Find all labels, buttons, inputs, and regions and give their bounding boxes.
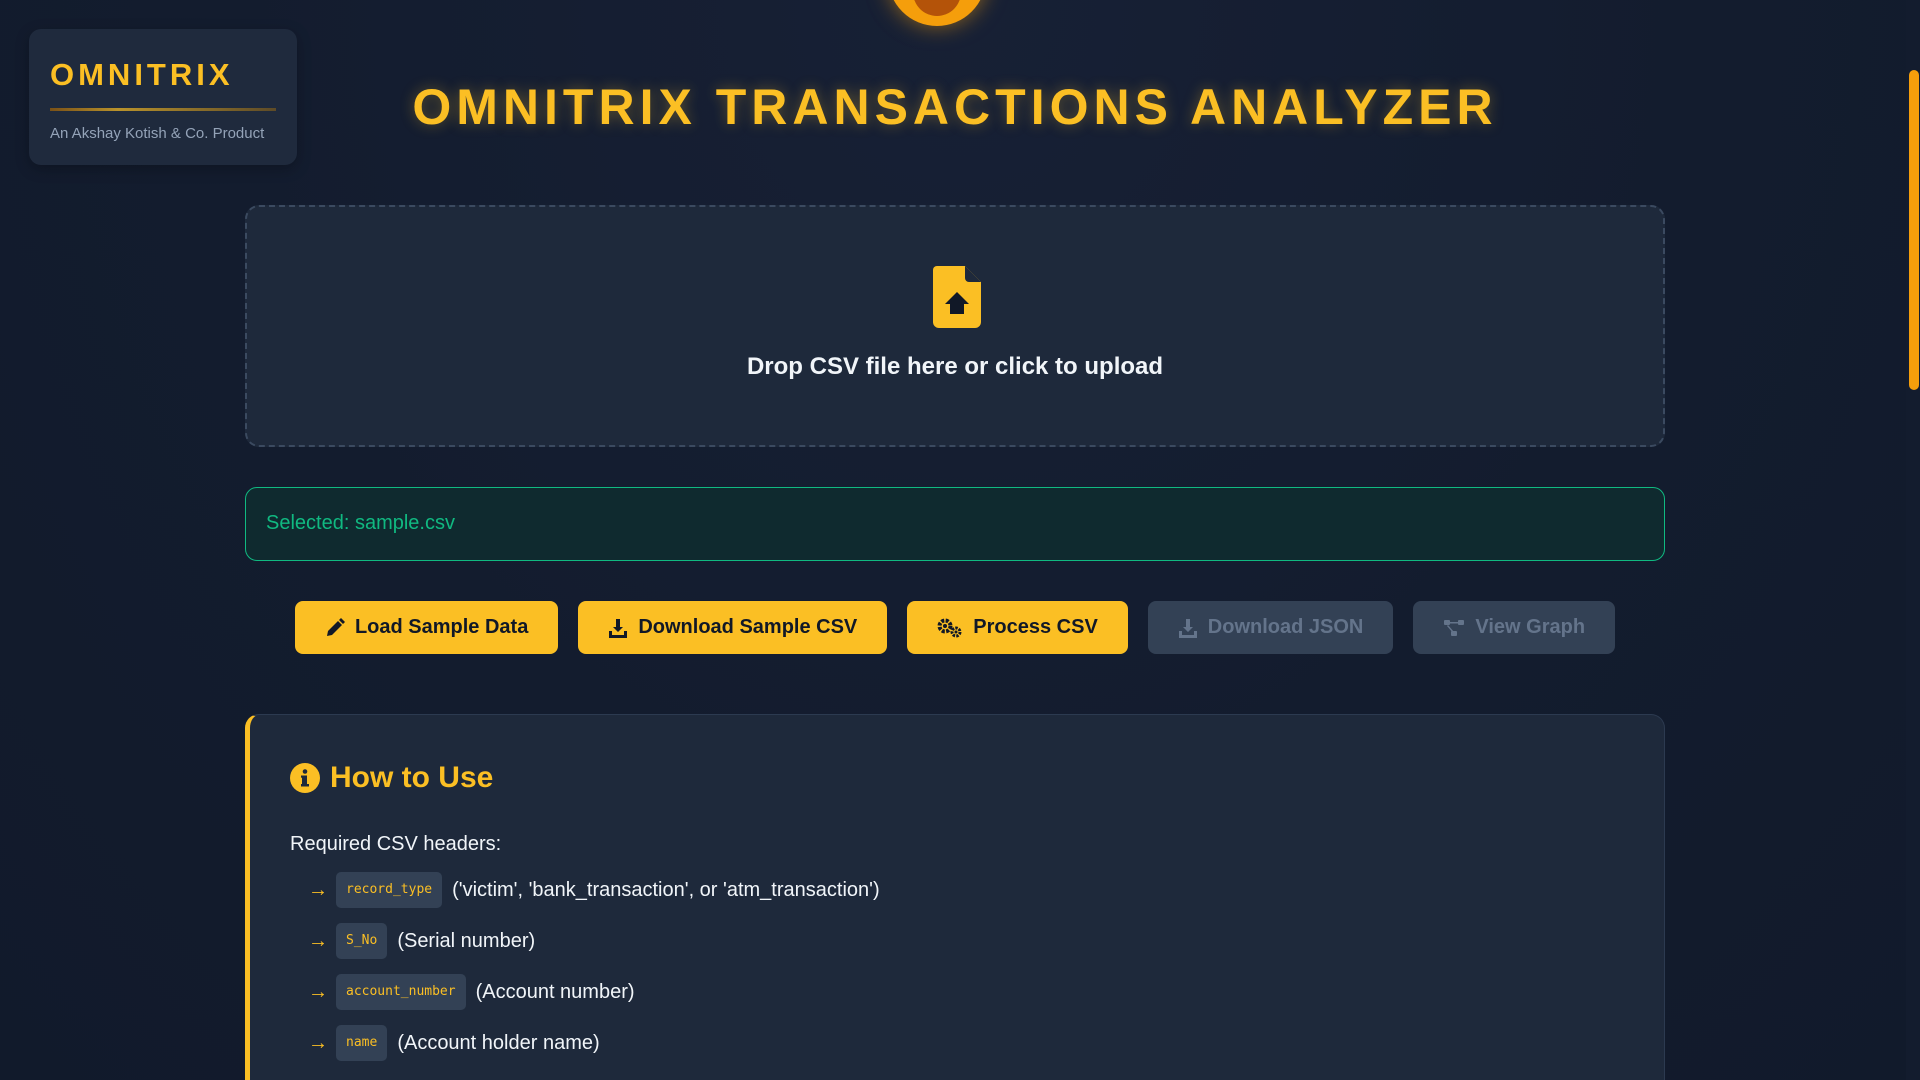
how-to-use-panel: How to Use Required CSV headers: → recor… xyxy=(245,714,1665,1080)
file-upload-icon xyxy=(933,266,981,328)
required-headers-label: Required CSV headers: xyxy=(290,833,502,855)
process-csv-button[interactable]: Process CSV xyxy=(907,601,1128,654)
arrow-right-icon: → xyxy=(308,878,328,901)
info-icon xyxy=(290,763,320,793)
header-code: record_type xyxy=(336,872,443,908)
how-to-use-heading: How to Use xyxy=(290,761,1624,795)
download-sample-csv-label: Download Sample CSV xyxy=(638,616,858,638)
required-headers-list: → record_type ('victim', 'bank_transacti… xyxy=(290,870,1624,1063)
scrollbar-thumb[interactable] xyxy=(1909,70,1919,390)
view-graph-label: View Graph xyxy=(1475,616,1586,638)
dropzone-prompt: Drop CSV file here or click to upload xyxy=(746,353,1164,380)
download-icon xyxy=(609,618,628,638)
process-csv-label: Process CSV xyxy=(973,616,1098,638)
header-code: account_number xyxy=(336,974,466,1010)
view-graph-button[interactable]: View Graph xyxy=(1413,601,1616,654)
csv-dropzone[interactable]: Drop CSV file here or click to upload xyxy=(245,205,1665,447)
load-sample-data-label: Load Sample Data xyxy=(354,616,529,638)
selected-file-status: Selected: sample.csv xyxy=(245,487,1665,561)
download-json-label: Download JSON xyxy=(1207,616,1364,638)
pencil-icon xyxy=(326,617,345,636)
header-code: name xyxy=(336,1025,388,1061)
arrow-right-icon: → xyxy=(308,1031,328,1054)
arrow-right-icon: → xyxy=(308,929,328,952)
download-icon xyxy=(1178,618,1197,638)
list-item: → name (Account holder name) xyxy=(308,1023,1624,1063)
download-sample-csv-button[interactable]: Download Sample CSV xyxy=(578,601,888,654)
list-item: → record_type ('victim', 'bank_transacti… xyxy=(308,870,1624,910)
header-description: ('victim', 'bank_transaction', or 'atm_t… xyxy=(452,878,880,901)
download-json-button[interactable]: Download JSON xyxy=(1147,601,1394,654)
page-title: OMNITRIX TRANSACTIONS ANALYZER xyxy=(412,79,1498,135)
graph-icon xyxy=(1444,619,1465,636)
logo-orb xyxy=(888,0,986,26)
list-item: → S_No (Serial number) xyxy=(308,921,1624,961)
load-sample-data-button[interactable]: Load Sample Data xyxy=(294,601,559,654)
header-description: (Account holder name) xyxy=(397,1031,600,1054)
gears-icon xyxy=(937,618,962,637)
how-to-use-title: How to Use xyxy=(330,761,494,794)
arrow-right-icon: → xyxy=(308,980,328,1003)
action-buttons: Load Sample Data Download Sample CSV Pro… xyxy=(0,601,1910,654)
header-code: S_No xyxy=(336,923,388,959)
header-description: (Account number) xyxy=(475,980,635,1003)
logo-orb-inner xyxy=(913,0,961,16)
scrollbar-track[interactable] xyxy=(1906,0,1920,1080)
header-description: (Serial number) xyxy=(397,929,536,952)
list-item: → account_number (Account number) xyxy=(308,972,1624,1012)
